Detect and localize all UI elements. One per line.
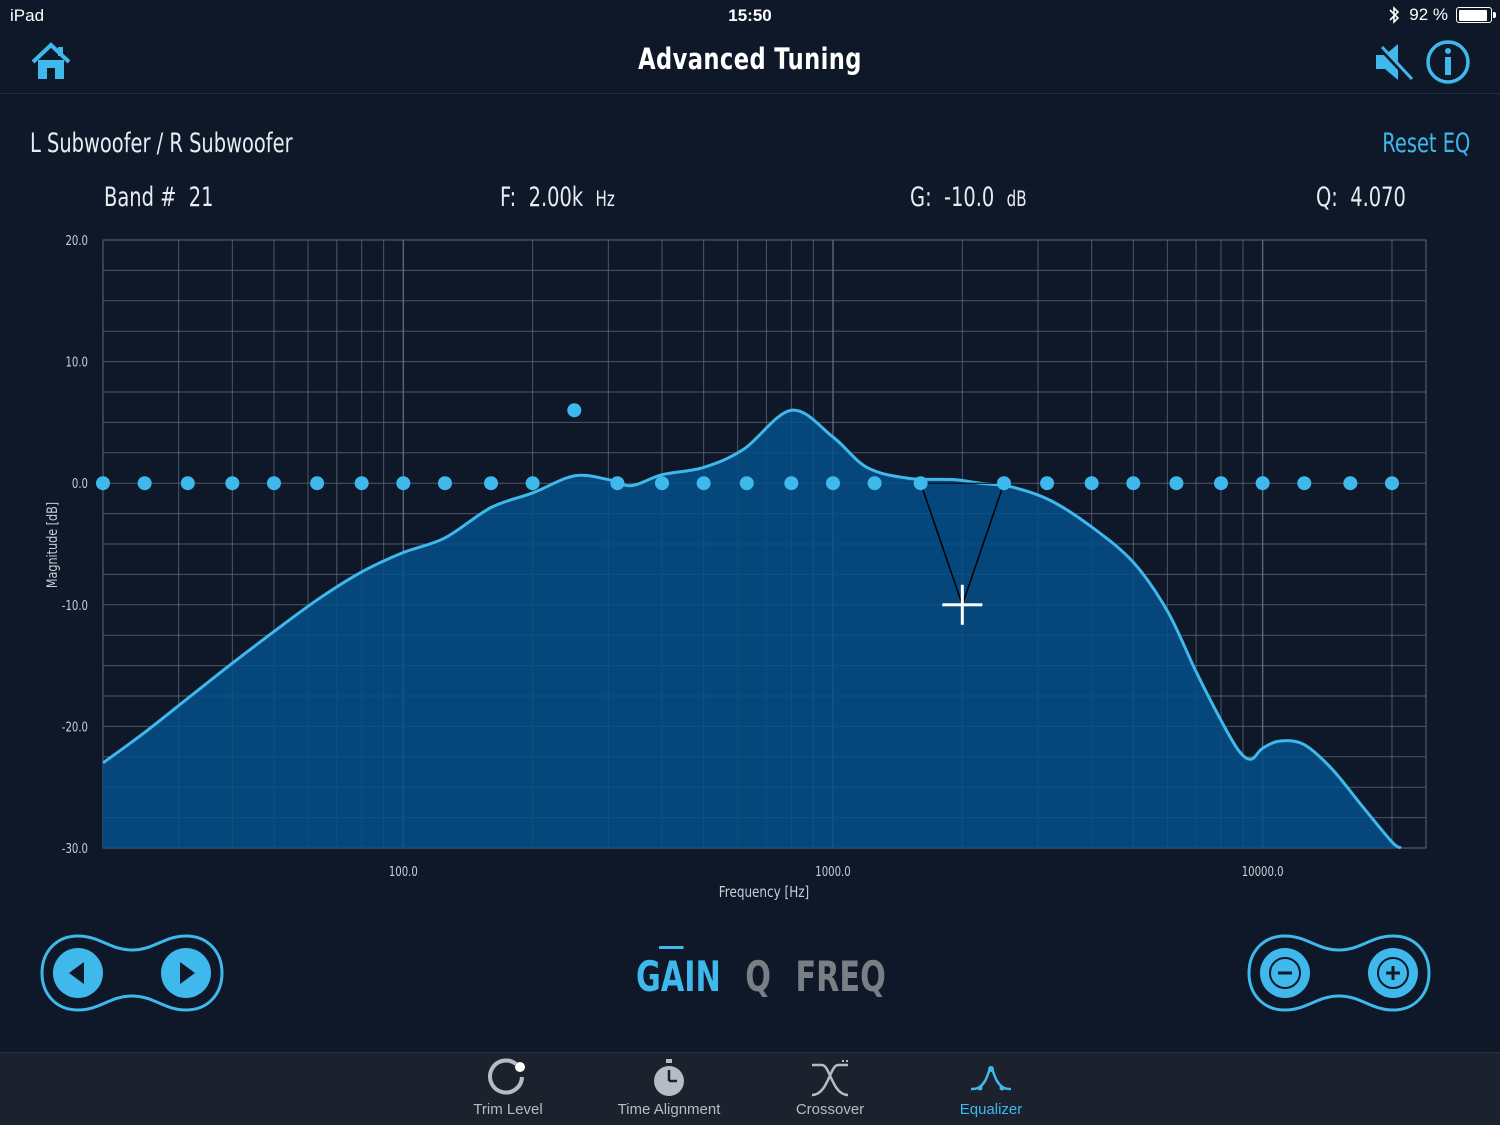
y-tick-label: 20.0	[65, 233, 88, 249]
value-adjust-control	[1247, 934, 1431, 1012]
crossover-icon	[811, 1060, 850, 1097]
x-tick-label: 10000.0	[1242, 864, 1284, 880]
band-point	[484, 476, 499, 491]
band-point	[1214, 476, 1229, 491]
band-point	[1040, 476, 1055, 491]
band-point	[696, 476, 711, 491]
tab-bar: Trim Level Time Alignment Crossover Equa…	[0, 1052, 1500, 1125]
band-point	[225, 476, 240, 491]
band-point	[1297, 476, 1312, 491]
band-point	[1255, 476, 1270, 491]
band-point	[825, 476, 840, 491]
tab-label: Equalizer	[959, 1101, 1023, 1118]
x-axis-label: Frequency [Hz]	[719, 884, 809, 902]
response-area	[103, 410, 1402, 848]
selected-band-cursor-vertical	[960, 584, 964, 625]
band-point	[567, 403, 582, 418]
y-tick-label: -10.0	[62, 598, 88, 614]
band-point	[354, 476, 369, 491]
band-point	[913, 476, 928, 491]
band-point	[784, 476, 799, 491]
band-point	[310, 476, 325, 491]
band-point	[655, 476, 670, 491]
trim-level-icon	[488, 1058, 525, 1095]
band-point	[1169, 476, 1184, 491]
band-point	[996, 476, 1011, 491]
band-point	[96, 476, 110, 491]
tab-trim-level[interactable]: Trim Level	[428, 1057, 588, 1118]
band-point	[1126, 476, 1141, 491]
y-tick-label: -30.0	[62, 841, 88, 857]
stopwatch-icon	[654, 1059, 684, 1096]
tab-label: Crossover	[795, 1101, 865, 1118]
minus-icon[interactable]	[1260, 948, 1310, 998]
eq-chart[interactable]: 20.0 10.0 0.0 -10.0 -20.0 -30.0 100.0 1000.0 100…	[0, 0, 1500, 910]
mode-tab-freq[interactable]: FREQ	[795, 952, 885, 1001]
next-arrow-icon[interactable]	[161, 948, 211, 998]
band-point	[610, 476, 625, 491]
x-tick-label: 100.0	[389, 864, 418, 880]
band-point	[1343, 476, 1358, 491]
band-point	[867, 476, 882, 491]
tab-crossover[interactable]: Crossover	[750, 1057, 910, 1118]
band-point	[180, 476, 195, 491]
mode-tab-q[interactable]: Q	[745, 952, 771, 1001]
plus-icon[interactable]	[1368, 948, 1418, 998]
tab-label: Trim Level	[473, 1101, 543, 1118]
band-point	[1384, 476, 1399, 491]
band-point	[739, 476, 754, 491]
y-tick-label: 10.0	[65, 354, 88, 370]
y-axis-label: Magnitude [dB]	[44, 502, 61, 588]
equalizer-icon	[970, 1066, 1012, 1091]
band-point	[1084, 476, 1099, 491]
band-point	[396, 476, 411, 491]
tab-time-alignment[interactable]: Time Alignment	[589, 1057, 749, 1118]
y-tick-label: -20.0	[62, 719, 88, 735]
x-tick-label: 1000.0	[815, 864, 850, 880]
y-tick-label: 0.0	[72, 476, 88, 492]
tab-label: Time Alignment	[617, 1101, 721, 1118]
band-point	[266, 476, 281, 491]
band-select-control	[40, 934, 224, 1012]
mode-tabs: GAIN Q FREQ	[636, 946, 886, 1001]
tab-equalizer[interactable]: Equalizer	[911, 1057, 1071, 1118]
band-point	[137, 476, 152, 491]
band-point	[437, 476, 452, 491]
prev-arrow-icon[interactable]	[53, 948, 103, 998]
band-point	[525, 476, 540, 491]
mode-tab-gain[interactable]: GAIN	[636, 946, 721, 1001]
